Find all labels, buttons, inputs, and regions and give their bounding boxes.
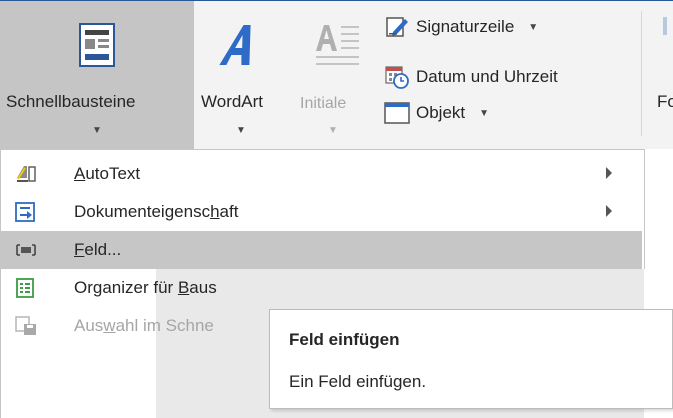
wordart-icon	[219, 25, 251, 65]
document-property-icon	[15, 202, 35, 222]
quickparts-icon	[79, 23, 115, 67]
signature-line-button[interactable]: Signaturzeile ▼	[384, 13, 538, 41]
quickparts-label: Schnellbausteine	[6, 92, 136, 111]
field-tooltip: Feld einfügen Ein Feld einfügen.	[269, 309, 673, 409]
wordart-button[interactable]: WordArt ▼	[196, 1, 292, 149]
autotext-icon	[17, 166, 36, 182]
organizer-label: Organizer für Baus	[74, 278, 217, 297]
menu-item-document-property[interactable]: Dokumenteigenschaft	[1, 193, 642, 231]
calendar-clock-icon	[384, 66, 410, 89]
dropcap-icon	[316, 25, 359, 65]
dropcap-button[interactable]: Initiale ▼	[296, 1, 374, 149]
signature-icon	[384, 16, 410, 38]
next-group-label: Fo	[657, 92, 673, 111]
autotext-label: AutoText	[74, 164, 141, 183]
dropcap-label: Initiale	[300, 95, 347, 112]
next-group-accent	[663, 17, 667, 35]
chevron-down-icon: ▼	[328, 125, 338, 136]
ribbon-insert-text-group: Schnellbausteine ▼ WordArt ▼ Initiale ▼	[0, 1, 673, 149]
object-button[interactable]: Objekt ▼	[384, 99, 489, 127]
submenu-arrow-icon	[606, 205, 612, 217]
date-time-label: Datum und Uhrzeit	[416, 67, 558, 86]
group-separator	[641, 11, 642, 136]
wordart-label: WordArt	[201, 92, 264, 111]
menu-item-autotext[interactable]: AutoText	[1, 155, 642, 193]
chevron-down-icon: ▼	[479, 107, 490, 119]
menu-item-building-blocks-organizer[interactable]: Organizer für Baus	[1, 269, 642, 307]
signature-label: Signaturzeile	[416, 17, 515, 36]
field-label: Feld...	[74, 240, 122, 259]
quickparts-button[interactable]: Schnellbausteine ▼	[0, 1, 194, 149]
menu-item-field[interactable]: Feld...	[1, 231, 642, 269]
chevron-down-icon: ▼	[92, 125, 102, 136]
save-selection-icon	[15, 316, 36, 335]
submenu-arrow-icon	[606, 167, 612, 179]
tooltip-title: Feld einfügen	[289, 330, 400, 349]
chevron-down-icon: ▼	[528, 21, 539, 33]
object-label: Objekt	[416, 103, 466, 122]
menu-right-border	[644, 149, 645, 269]
chevron-down-icon: ▼	[236, 125, 246, 136]
date-time-button[interactable]: Datum und Uhrzeit	[384, 63, 558, 91]
field-icon	[16, 244, 36, 256]
save-selection-label: Auswahl im Schne	[74, 316, 214, 335]
object-icon	[384, 102, 410, 124]
tooltip-description: Ein Feld einfügen.	[289, 372, 427, 391]
organizer-icon	[16, 278, 34, 298]
document-property-label: Dokumenteigenschaft	[74, 202, 239, 221]
